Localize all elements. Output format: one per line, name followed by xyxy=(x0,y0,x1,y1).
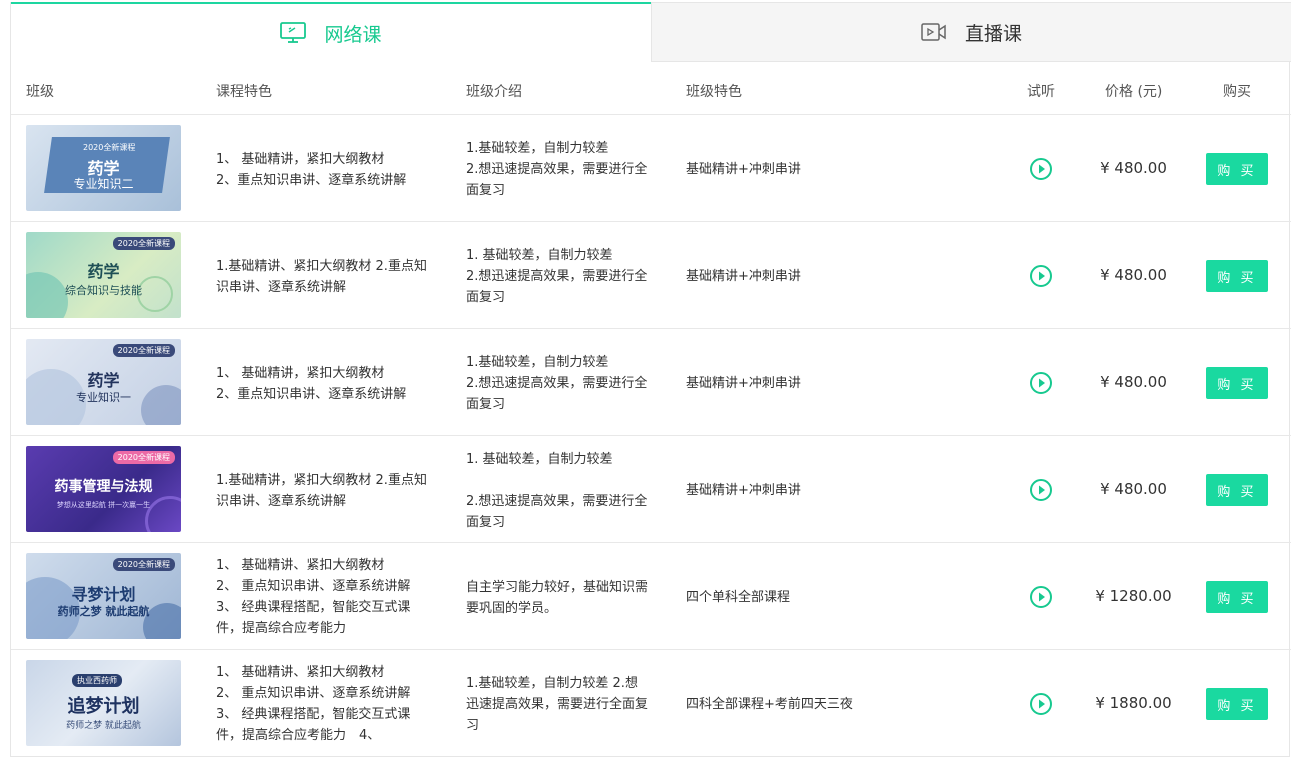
class-intro-text: 1.基础较差，自制力较差 2.想迅速提高效果，需要进行全面复习 xyxy=(466,355,648,412)
play-icon[interactable] xyxy=(1029,585,1053,609)
course-feature-text: 1.基础精讲，紧扣大纲教材 2.重点知识串讲、逐章系统讲解 xyxy=(216,473,427,509)
course-thumbnail[interactable]: 2020全新课程 药学 专业知识二 xyxy=(26,125,181,211)
thumb-subtitle: 药师之梦 就此起航 xyxy=(66,721,141,731)
course-tabs: 网络课 直播课 xyxy=(11,2,1291,62)
price-value: ¥ 480.00 xyxy=(1100,373,1167,391)
class-feature-text: 基础精讲+冲刺串讲 xyxy=(686,162,801,177)
thumb-subtitle: 梦想从这里起航 拼一次赢一生 xyxy=(56,501,151,509)
thumb-badge: 2020全新课程 xyxy=(112,451,175,464)
thumb-subtitle: 专业知识二 xyxy=(73,177,134,191)
thumb-title: 追梦计划 xyxy=(67,696,140,717)
course-thumbnail[interactable]: 执业西药师 追梦计划 药师之梦 就此起航 xyxy=(26,660,181,746)
course-thumbnail[interactable]: 2020全新课程 寻梦计划 药师之梦 就此起航 xyxy=(26,553,181,639)
course-feature-text: 1、 基础精讲，紧扣大纲教材 2、重点知识串讲、逐章系统讲解 xyxy=(216,366,407,402)
thumb-badge: 2020全新课程 xyxy=(112,344,175,357)
table-header: 班级 课程特色 班级介绍 班级特色 试听 价格 (元) 购买 xyxy=(11,62,1291,115)
price-value: ¥ 1880.00 xyxy=(1095,694,1172,712)
header-class: 班级 xyxy=(26,84,54,100)
table-row: 2020全新课程 药学 综合知识与技能 1.基础精讲、紧扣大纲教材 2.重点知识… xyxy=(11,222,1291,329)
header-class-intro: 班级介绍 xyxy=(466,84,522,100)
table-row: 2020全新课程 寻梦计划 药师之梦 就此起航 1、 基础精讲、紧扣大纲教材 2… xyxy=(11,543,1291,650)
monitor-icon xyxy=(280,22,307,44)
class-feature-text: 基础精讲+冲刺串讲 xyxy=(686,483,801,498)
tab-live-course[interactable]: 直播课 xyxy=(651,2,1291,62)
class-feature-text: 四科全部课程+考前四天三夜 xyxy=(686,697,853,712)
header-trial: 试听 xyxy=(1027,84,1055,100)
buy-button[interactable]: 购 买 xyxy=(1206,153,1268,185)
course-panel: 网络课 直播课 班级 课程特色 班级介绍 班级特色 试听 价格 (元) 购买 2… xyxy=(10,2,1291,757)
header-price: 价格 (元) xyxy=(1105,84,1163,100)
buy-button[interactable]: 购 买 xyxy=(1206,581,1268,613)
buy-button[interactable]: 购 买 xyxy=(1206,688,1268,720)
thumb-subtitle: 药师之梦 就此起航 xyxy=(57,605,150,618)
thumb-title: 寻梦计划 xyxy=(71,585,136,604)
video-icon xyxy=(921,22,947,42)
class-intro-text: 1.基础较差，自制力较差 2.想迅速提高效果，需要进行全面复习 xyxy=(466,676,649,733)
play-icon[interactable] xyxy=(1029,264,1053,288)
header-course-feature: 课程特色 xyxy=(216,84,272,100)
tab-online-course-label: 网络课 xyxy=(324,23,382,46)
course-feature-text: 1、 基础精讲、紧扣大纲教材 2、 重点知识串讲、逐章系统讲解 3、 经典课程搭… xyxy=(216,665,411,743)
play-icon[interactable] xyxy=(1029,478,1053,502)
class-feature-text: 基础精讲+冲刺串讲 xyxy=(686,269,801,284)
course-feature-text: 1、 基础精讲，紧扣大纲教材 2、重点知识串讲、逐章系统讲解 xyxy=(216,152,407,188)
table-row: 执业西药师 追梦计划 药师之梦 就此起航 1、 基础精讲、紧扣大纲教材 2、 重… xyxy=(11,650,1291,757)
class-intro-text: 1. 基础较差，自制力较差 2.想迅速提高效果，需要进行全面复习 xyxy=(466,248,648,305)
course-thumbnail[interactable]: 2020全新课程 药学 综合知识与技能 xyxy=(26,232,181,318)
header-class-feature: 班级特色 xyxy=(686,84,742,100)
course-feature-text: 1.基础精讲、紧扣大纲教材 2.重点知识串讲、逐章系统讲解 xyxy=(216,259,427,295)
tab-online-course[interactable]: 网络课 xyxy=(11,2,651,62)
thumb-badge: 执业西药师 xyxy=(72,674,122,687)
price-value: ¥ 480.00 xyxy=(1100,159,1167,177)
thumb-subtitle: 专业知识一 xyxy=(76,391,131,404)
price-value: ¥ 480.00 xyxy=(1100,266,1167,284)
play-icon[interactable] xyxy=(1029,692,1053,716)
course-feature-text: 1、 基础精讲、紧扣大纲教材 2、 重点知识串讲、逐章系统讲解 3、 经典课程搭… xyxy=(216,558,411,636)
thumb-badge: 2020全新课程 xyxy=(112,558,175,571)
buy-button[interactable]: 购 买 xyxy=(1206,367,1268,399)
play-icon[interactable] xyxy=(1029,157,1053,181)
play-icon[interactable] xyxy=(1029,371,1053,395)
class-intro-text: 1.基础较差，自制力较差 2.想迅速提高效果，需要进行全面复习 xyxy=(466,141,648,198)
thumb-title: 药学 xyxy=(87,371,120,390)
header-buy: 购买 xyxy=(1223,84,1251,100)
thumb-badge: 2020全新课程 xyxy=(83,143,136,152)
thumb-title: 药事管理与法规 xyxy=(54,479,153,495)
thumb-title: 药学 xyxy=(87,262,120,281)
course-thumbnail[interactable]: 2020全新课程 药事管理与法规 梦想从这里起航 拼一次赢一生 xyxy=(26,446,181,532)
buy-button[interactable]: 购 买 xyxy=(1206,260,1268,292)
class-intro-text: 自主学习能力较好，基础知识需要巩固的学员。 xyxy=(466,580,649,616)
buy-button[interactable]: 购 买 xyxy=(1206,474,1268,506)
class-feature-text: 四个单科全部课程 xyxy=(686,590,791,605)
table-row: 2020全新课程 药学 专业知识一 1、 基础精讲，紧扣大纲教材 2、重点知识串… xyxy=(11,329,1291,436)
class-feature-text: 基础精讲+冲刺串讲 xyxy=(686,376,801,391)
table-row: 2020全新课程 药学 专业知识二 1、 基础精讲，紧扣大纲教材 2、重点知识串… xyxy=(11,115,1291,222)
table-row: 2020全新课程 药事管理与法规 梦想从这里起航 拼一次赢一生 1.基础精讲，紧… xyxy=(11,436,1291,543)
class-intro-text: 1. 基础较差，自制力较差 2.想迅速提高效果，需要进行全面复习 xyxy=(466,452,648,530)
thumb-subtitle: 综合知识与技能 xyxy=(65,284,142,297)
course-thumbnail[interactable]: 2020全新课程 药学 专业知识一 xyxy=(26,339,181,425)
tab-live-course-label: 直播课 xyxy=(964,22,1022,45)
price-value: ¥ 1280.00 xyxy=(1095,587,1172,605)
price-value: ¥ 480.00 xyxy=(1100,480,1167,498)
thumb-badge: 2020全新课程 xyxy=(112,237,175,250)
